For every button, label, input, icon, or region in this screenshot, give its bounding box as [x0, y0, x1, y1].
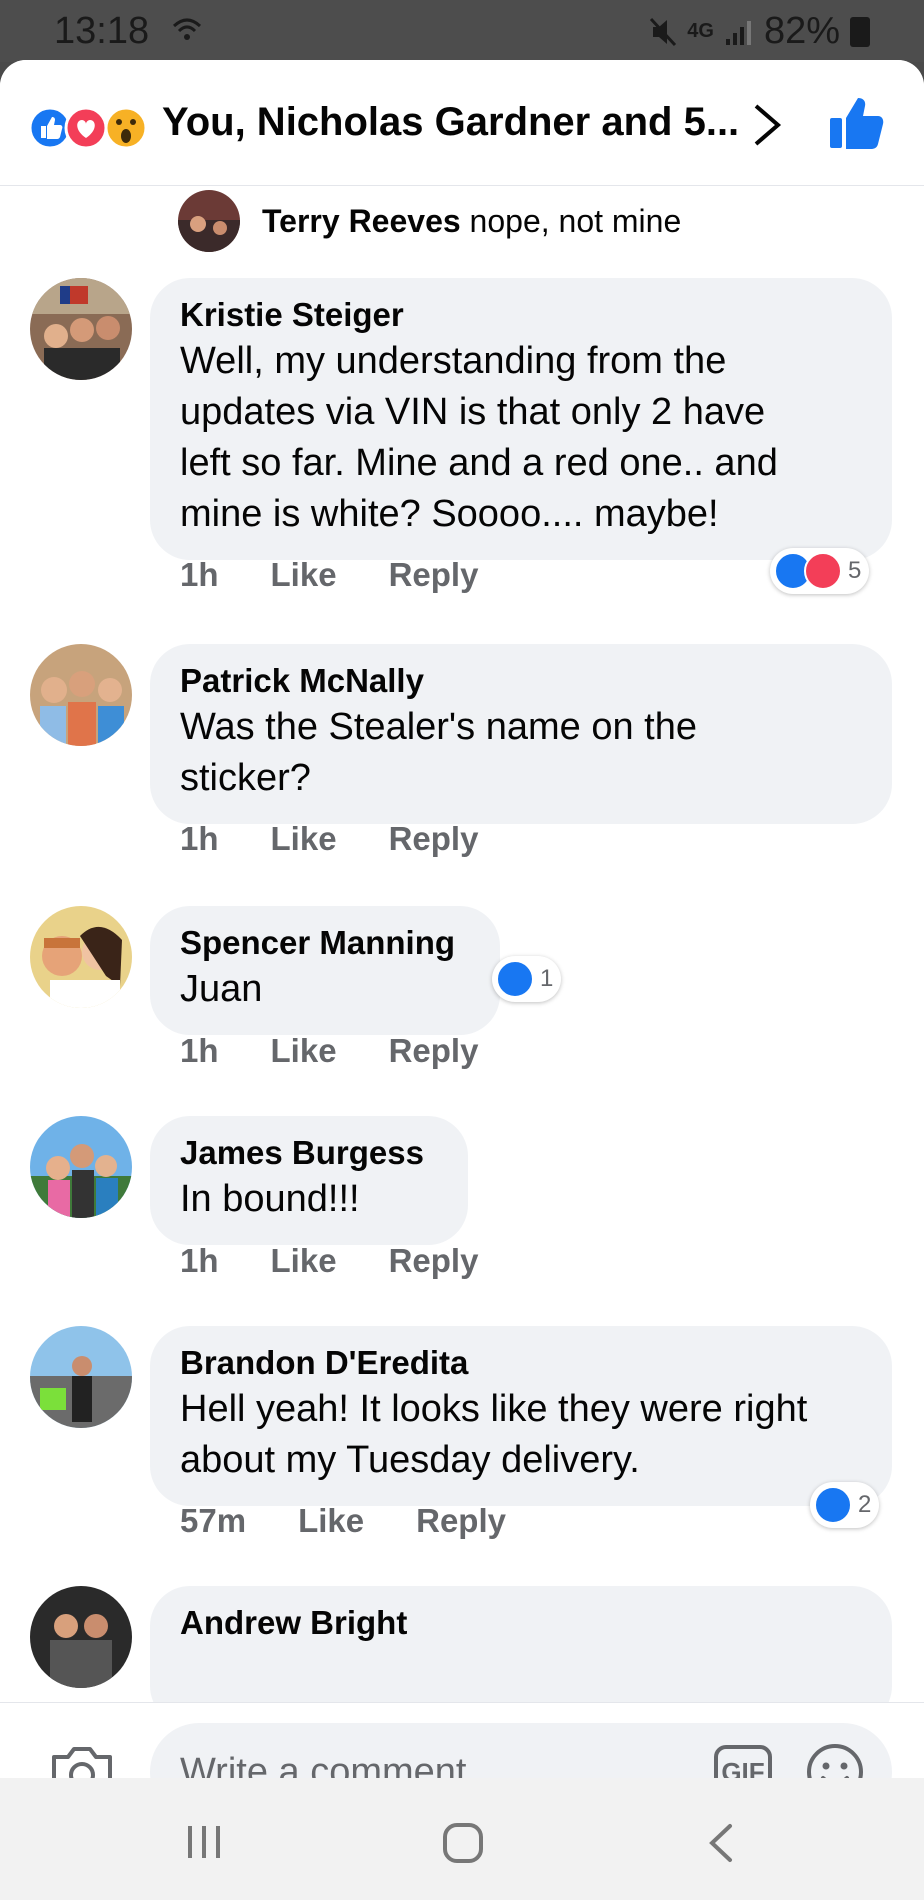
- comments-sheet: You, Nicholas Gardner and 5... Terry Ree…: [0, 60, 924, 1778]
- reply-preview[interactable]: Terry Reeves nope, not mine: [178, 190, 681, 252]
- comment-author[interactable]: James Burgess: [180, 1132, 438, 1174]
- like-reaction-icon: [814, 1486, 852, 1524]
- like-button[interactable]: Like: [271, 820, 337, 858]
- reply-button[interactable]: Reply: [389, 1242, 479, 1280]
- comment-meta: 1h Like Reply: [180, 556, 478, 594]
- avatar[interactable]: [30, 1326, 132, 1428]
- reaction-badge[interactable]: 1: [492, 956, 562, 1002]
- comment-time[interactable]: 57m: [180, 1502, 246, 1540]
- comment-bubble[interactable]: Brandon D'Eredita Hell yeah! It looks li…: [150, 1326, 892, 1506]
- reply-button[interactable]: Reply: [389, 556, 479, 594]
- status-bar: 13:18 4G 82%: [0, 0, 924, 62]
- back-icon[interactable]: [706, 1822, 736, 1864]
- avatar[interactable]: [30, 1116, 132, 1218]
- comment-placeholder: Write a comment...: [180, 1751, 499, 1778]
- like-reaction-icon: [496, 960, 534, 998]
- comment-text: sticker?: [180, 757, 311, 799]
- comment-author[interactable]: Patrick McNally: [180, 660, 862, 702]
- comment-meta: 1h Like Reply: [180, 1242, 478, 1280]
- emoji-icon[interactable]: [806, 1743, 864, 1778]
- comment-bubble[interactable]: Andrew Bright: [150, 1586, 892, 1702]
- comment-author[interactable]: Spencer Manning: [180, 922, 470, 964]
- comment-author[interactable]: Kristie Steiger: [180, 294, 862, 336]
- comment-time[interactable]: 1h: [180, 1242, 219, 1280]
- avatar[interactable]: [30, 278, 132, 380]
- comment-author[interactable]: Brandon D'Eredita: [180, 1342, 862, 1384]
- system-nav-bar: [0, 1778, 924, 1900]
- reaction-count: 5: [848, 557, 862, 584]
- comment-time[interactable]: 1h: [180, 1032, 219, 1070]
- reply-author[interactable]: Terry Reeves: [262, 203, 461, 239]
- battery-icon: [850, 16, 870, 47]
- comment-text: Juan: [180, 968, 263, 1010]
- comment-text: Well, my understanding from the: [180, 340, 727, 382]
- home-icon[interactable]: [442, 1822, 484, 1864]
- reaction-count: 1: [540, 965, 554, 992]
- reply-text: nope, not mine: [469, 202, 682, 239]
- comment-meta: 57m Like Reply: [180, 1502, 506, 1540]
- comment-time[interactable]: 1h: [180, 820, 219, 858]
- comment-text: about my Tuesday delivery.: [180, 1439, 640, 1481]
- battery-percent: 82%: [763, 10, 840, 52]
- like-icon[interactable]: [826, 94, 886, 154]
- comment-text: left so far. Mine and a red one.. and: [180, 442, 778, 484]
- signal-icon: [725, 20, 751, 45]
- comment-text: Hell yeah! It looks like they were right: [180, 1388, 808, 1430]
- like-button[interactable]: Like: [298, 1502, 364, 1540]
- comment-text: Was the Stealer's name on the: [180, 706, 698, 748]
- comment-text: mine is white? Soooo.... maybe!: [180, 493, 719, 535]
- camera-icon[interactable]: [50, 1743, 114, 1778]
- status-time: 13:18: [54, 10, 150, 52]
- comment-composer: Write a comment... GIF: [0, 1702, 924, 1778]
- comment-author[interactable]: Andrew Bright: [180, 1602, 862, 1644]
- avatar[interactable]: [30, 1586, 132, 1688]
- comment-bubble[interactable]: Patrick McNally Was the Stealer's name o…: [150, 644, 892, 824]
- gif-button[interactable]: GIF: [714, 1745, 772, 1778]
- avatar[interactable]: [30, 906, 132, 1008]
- comment-bubble[interactable]: Spencer Manning Juan: [150, 906, 500, 1035]
- comment-bubble[interactable]: Kristie Steiger Well, my understanding f…: [150, 278, 892, 560]
- like-button[interactable]: Like: [271, 1242, 337, 1280]
- reaction-summary-icons[interactable]: [28, 104, 158, 152]
- comment-input[interactable]: Write a comment... GIF: [150, 1723, 892, 1778]
- reactions-title[interactable]: You, Nicholas Gardner and 5...: [162, 100, 739, 145]
- reaction-badge[interactable]: 2: [810, 1482, 880, 1528]
- reply-button[interactable]: Reply: [389, 1032, 479, 1070]
- network-type: 4G: [687, 20, 714, 42]
- like-button[interactable]: Like: [271, 556, 337, 594]
- reply-button[interactable]: Reply: [389, 820, 479, 858]
- wifi-call-icon: [172, 18, 202, 40]
- recent-apps-icon[interactable]: [184, 1822, 224, 1862]
- reactions-header: You, Nicholas Gardner and 5...: [0, 60, 924, 186]
- comments-list: Terry Reeves nope, not mine Kristie Stei…: [0, 186, 924, 1702]
- like-button[interactable]: Like: [271, 1032, 337, 1070]
- comment-bubble[interactable]: James Burgess In bound!!!: [150, 1116, 468, 1245]
- comment-meta: 1h Like Reply: [180, 820, 478, 858]
- comment-text: updates via VIN is that only 2 have: [180, 391, 766, 433]
- comment-meta: 1h Like Reply: [180, 1032, 478, 1070]
- avatar[interactable]: [30, 644, 132, 746]
- mute-icon: [650, 17, 677, 46]
- comment-time[interactable]: 1h: [180, 556, 219, 594]
- reply-button[interactable]: Reply: [416, 1502, 506, 1540]
- reaction-badge[interactable]: 5: [770, 548, 870, 594]
- chevron-right-icon[interactable]: [750, 100, 784, 150]
- reaction-count: 2: [858, 1491, 872, 1518]
- love-reaction-icon: [804, 552, 842, 590]
- comment-text: In bound!!!: [180, 1178, 360, 1220]
- avatar[interactable]: [178, 190, 240, 252]
